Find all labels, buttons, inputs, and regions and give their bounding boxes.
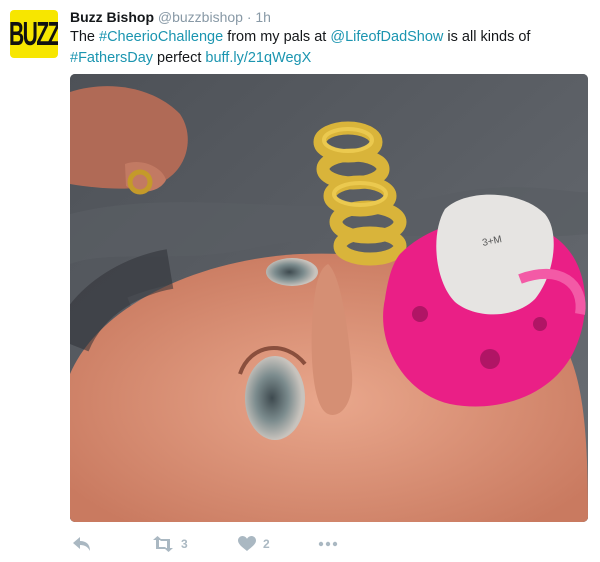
avatar[interactable]: BUZZ xyxy=(10,10,58,58)
author-handle[interactable]: @buzzbishop xyxy=(158,9,243,25)
tweet-text: The #CheerioChallenge from my pals at @L… xyxy=(70,27,590,69)
text-part: is all kinds of xyxy=(443,29,531,45)
separator-dot: · xyxy=(246,9,252,25)
baby-cheerio-photo: 3+M xyxy=(70,74,588,522)
text-part: from my pals at xyxy=(223,29,331,45)
text-part: The xyxy=(70,29,100,45)
like-count: 2 xyxy=(263,537,270,551)
avatar-logo-text: BUZZ xyxy=(10,14,58,53)
reply-button[interactable] xyxy=(72,533,92,555)
reply-icon xyxy=(73,537,90,551)
retweet-count: 3 xyxy=(181,537,188,551)
tweet-photo[interactable]: 3+M xyxy=(70,74,588,522)
heart-icon xyxy=(238,536,256,551)
url-link[interactable]: buff.ly/21qWegX xyxy=(205,50,311,66)
tweet-header: Buzz Bishop @buzzbishop · 1h xyxy=(70,8,271,26)
mention-link[interactable]: @LifeofDadShow xyxy=(330,29,443,45)
tweet-timestamp[interactable]: 1h xyxy=(255,9,271,25)
like-button[interactable]: 2 xyxy=(238,533,270,555)
text-part: perfect xyxy=(153,50,206,66)
more-button[interactable] xyxy=(318,533,338,555)
tweet-actions: 3 2 xyxy=(70,533,370,555)
more-dots-icon xyxy=(318,541,338,547)
tweet-card: BUZZ Buzz Bishop @buzzbishop · 1h The #C… xyxy=(0,0,600,562)
author-name[interactable]: Buzz Bishop xyxy=(70,9,154,25)
hashtag-link[interactable]: #FathersDay xyxy=(70,50,153,66)
retweet-icon xyxy=(153,536,173,552)
hashtag-link[interactable]: #CheerioChallenge xyxy=(99,29,223,45)
retweet-button[interactable]: 3 xyxy=(152,533,188,555)
